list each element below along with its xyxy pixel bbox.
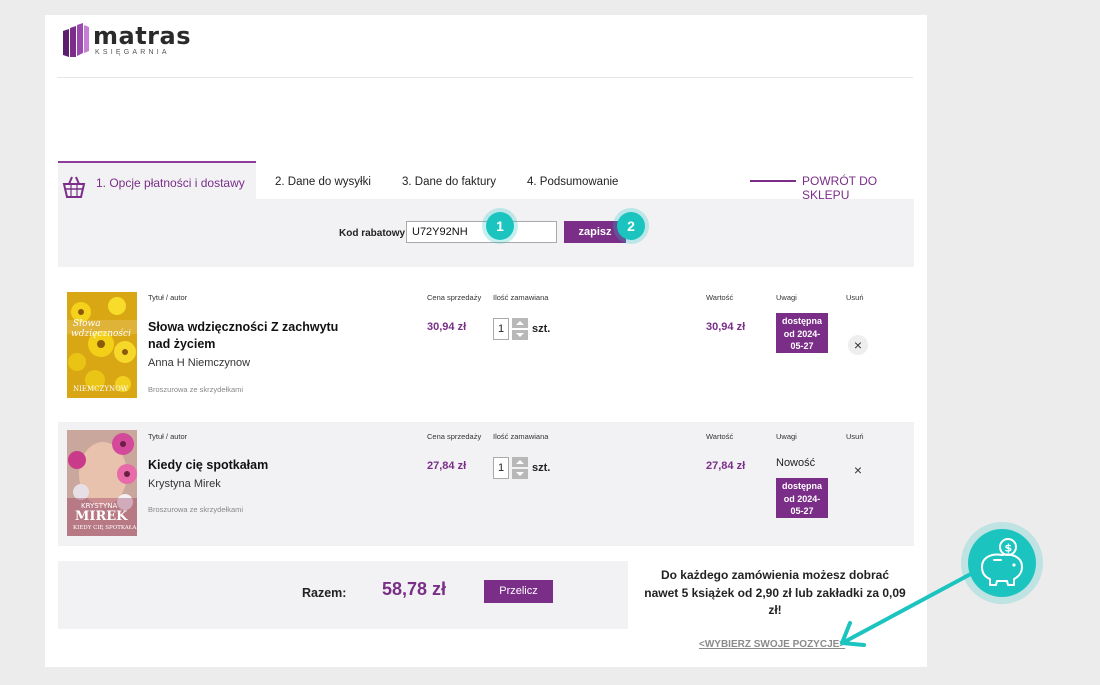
quantity-increase-button[interactable]: [512, 318, 528, 328]
book-cover-image: KRYSTYNA MIREK KIEDY CIĘ SPOTKAŁAM: [67, 430, 137, 536]
svg-text:NIEMCZYNOW: NIEMCZYNOW: [73, 385, 129, 393]
header-remove: Usuń: [846, 293, 864, 302]
total-value: 58,78 zł: [382, 579, 447, 599]
checkout-steps: 1. Opcje płatności i dostawy 2. Dane do …: [58, 161, 914, 202]
quantity-unit: szt.: [532, 462, 551, 474]
header-title-author: Tytuł / autor: [148, 432, 188, 441]
step-badge-2: 2: [617, 212, 645, 240]
book-format: Broszurowa ze skrzydełkami: [148, 505, 244, 514]
header-price: Cena sprzedaży: [427, 293, 482, 302]
header-value: Wartość: [706, 432, 734, 441]
logo-name: matras: [93, 22, 191, 50]
header-price: Cena sprzedaży: [427, 432, 482, 441]
line-value: 27,84 zł: [706, 460, 746, 472]
book-cover-image: Słowa wdzięczności NIEMCZYNOW: [67, 292, 137, 398]
svg-text:KIEDY CIĘ SPOTKAŁAM: KIEDY CIĘ SPOTKAŁAM: [73, 525, 137, 531]
quantity-decrease-button[interactable]: [512, 330, 528, 340]
availability-badge: dostępna od 2024- 05-27: [776, 313, 828, 353]
availability-line: 05-27: [790, 341, 814, 351]
remove-item-button[interactable]: ×: [848, 460, 868, 480]
matras-logo[interactable]: matras KSIĘGARNIA: [63, 23, 191, 57]
back-link-line: [750, 180, 796, 182]
cart-item: KRYSTYNA MIREK KIEDY CIĘ SPOTKAŁAM Tytuł…: [58, 422, 914, 546]
availability-line: 05-27: [790, 506, 814, 516]
quantity-unit: szt.: [532, 323, 551, 335]
checkout-page: matras KSIĘGARNIA 1. Opcje płatności i d…: [45, 15, 927, 667]
header-notes: Uwagi: [776, 293, 797, 302]
tab-payment-delivery-label: 1. Opcje płatności i dostawy: [96, 176, 245, 190]
header-notes: Uwagi: [776, 432, 797, 441]
back-to-shop-link[interactable]: POWRÓT DO SKLEPU: [802, 174, 914, 202]
quantity-decrease-button[interactable]: [512, 469, 528, 479]
basket-icon: [62, 176, 86, 198]
recalculate-button[interactable]: Przelicz: [484, 580, 553, 603]
book-author[interactable]: Krystyna Mirek: [148, 478, 221, 490]
choose-items-link[interactable]: <WYBIERZ SWOJE POZYCJE>: [699, 639, 845, 650]
cart-total-section: Razem: 58,78 zł Przelicz: [58, 561, 628, 629]
svg-text:wdzięczności: wdzięczności: [71, 328, 131, 339]
remove-item-button[interactable]: ×: [848, 335, 868, 355]
total-label: Razem:: [302, 586, 347, 600]
availability-line: dostępna: [781, 481, 822, 491]
piggy-bank-icon: $: [968, 529, 1036, 597]
tab-invoice-data[interactable]: 3. Dane do faktury: [402, 176, 496, 188]
quantity-increase-button[interactable]: [512, 457, 528, 467]
discount-code-input[interactable]: U72Y92NH: [406, 221, 557, 243]
new-release-label: Nowość: [776, 457, 816, 469]
availability-line: od 2024-: [783, 328, 821, 339]
arrow-annotation-icon: [840, 567, 982, 647]
header-value: Wartość: [706, 293, 734, 302]
cart-item: Słowa wdzięczności NIEMCZYNOW Tytuł / au…: [58, 283, 914, 417]
header-quantity: Ilość zamawiana: [493, 293, 549, 302]
svg-text:MIREK: MIREK: [75, 509, 128, 524]
quantity-input[interactable]: 1: [493, 318, 509, 340]
unit-price: 30,94 zł: [427, 321, 467, 333]
discount-code-section: Kod rabatowy U72Y92NH zapisz 1 2: [58, 199, 914, 267]
tab-summary[interactable]: 4. Podsumowanie: [527, 176, 618, 188]
header-remove: Usuń: [846, 432, 864, 441]
tab-payment-delivery[interactable]: 1. Opcje płatności i dostawy: [58, 161, 256, 199]
step-badge-1: 1: [486, 212, 514, 240]
svg-text:$: $: [1005, 542, 1013, 555]
availability-line: od 2024-: [783, 493, 821, 504]
line-value: 30,94 zł: [706, 321, 746, 333]
book-title[interactable]: Słowa wdzięczności Z zachwytu nad życiem: [148, 319, 348, 353]
header-title-author: Tytuł / autor: [148, 293, 188, 302]
book-author[interactable]: Anna H Niemczynow: [148, 357, 250, 369]
tab-shipping-data[interactable]: 2. Dane do wysyłki: [275, 176, 371, 188]
header-divider: [57, 77, 913, 78]
quantity-input[interactable]: 1: [493, 457, 509, 479]
book-format: Broszurowa ze skrzydełkami: [148, 385, 244, 394]
book-title[interactable]: Kiedy cię spotkałam: [148, 457, 348, 474]
svg-text:Słowa: Słowa: [73, 319, 101, 329]
discount-code-label: Kod rabatowy: [339, 228, 406, 239]
logo-books-icon: [63, 23, 89, 57]
unit-price: 27,84 zł: [427, 460, 467, 472]
logo-subtitle: KSIĘGARNIA: [95, 49, 170, 56]
availability-line: dostępna: [781, 316, 822, 326]
header-quantity: Ilość zamawiana: [493, 432, 549, 441]
availability-badge: dostępna od 2024- 05-27: [776, 478, 828, 518]
